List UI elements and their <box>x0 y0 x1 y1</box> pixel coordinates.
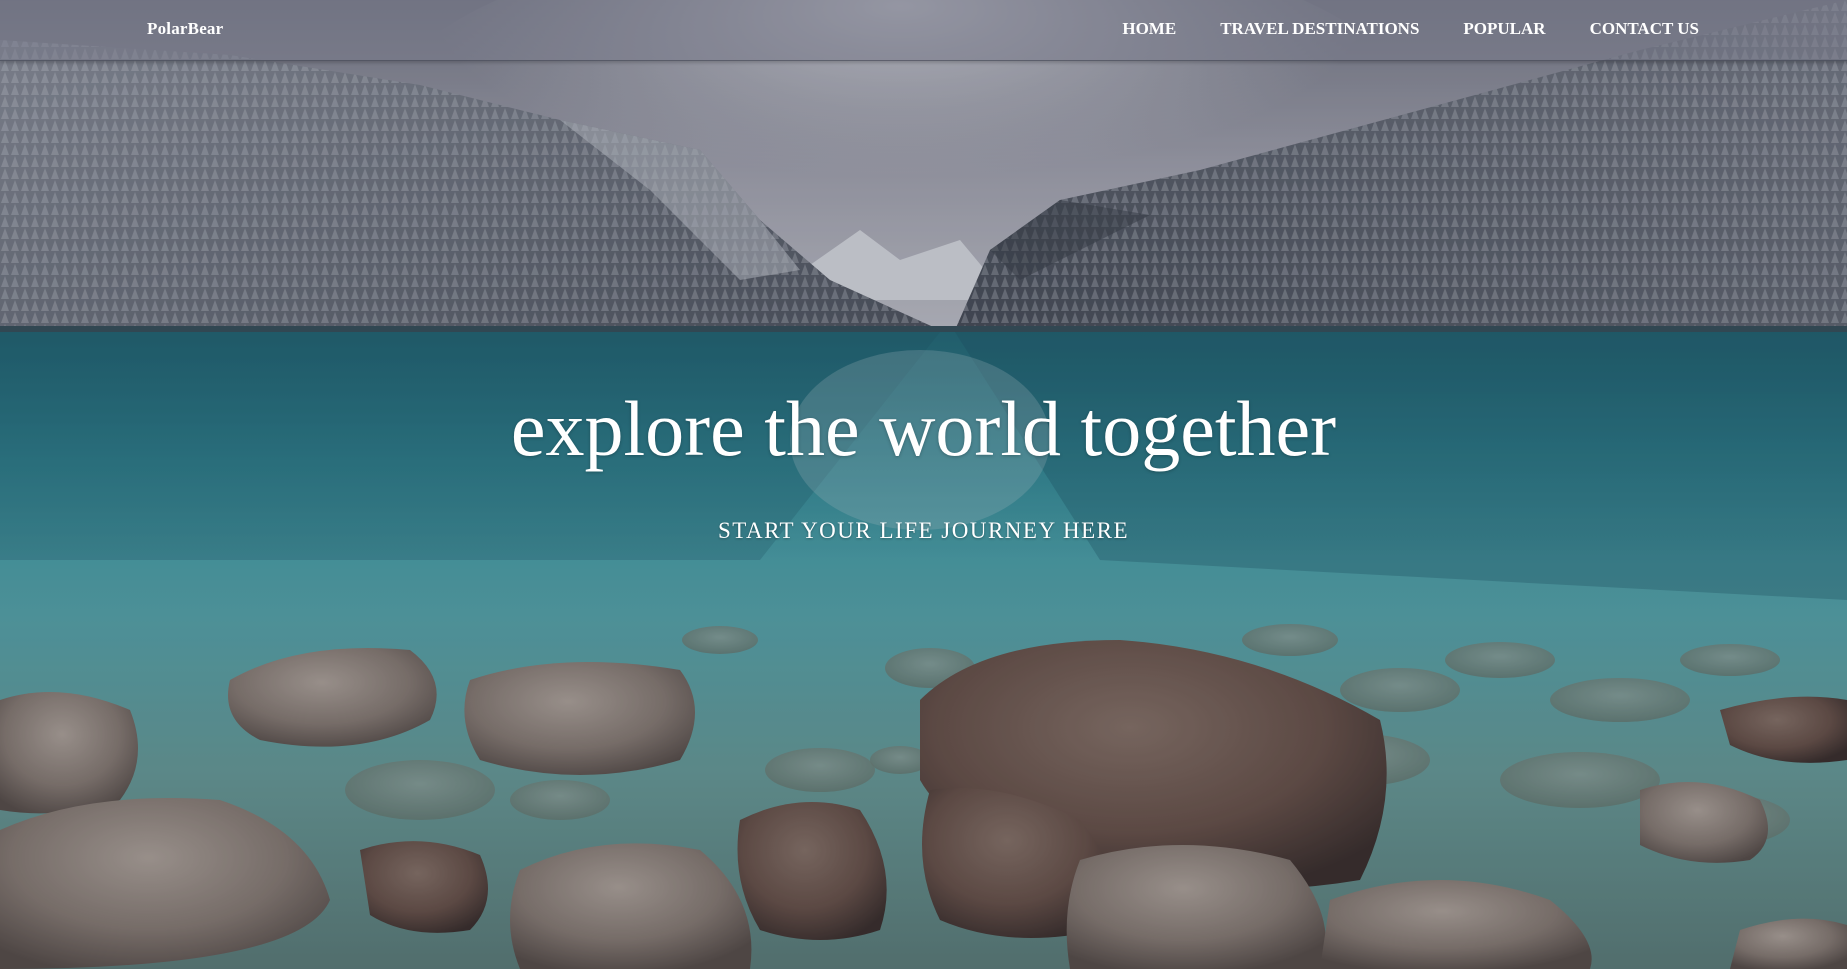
hero-subheadline: START YOUR LIFE JOURNEY HERE <box>717 518 1130 543</box>
nav-link-home[interactable]: HOME <box>1122 19 1176 39</box>
nav-link-popular[interactable]: POPULAR <box>1463 19 1545 39</box>
nav-link-travel-destinations[interactable]: TRAVEL DESTINATIONS <box>1220 19 1419 39</box>
background-dim-overlay <box>0 0 1847 969</box>
nav-links: HOME TRAVEL DESTINATIONS POPULAR CONTACT… <box>1122 19 1699 39</box>
nav-link-contact-us[interactable]: CONTACT US <box>1590 19 1699 39</box>
hero-headline: explore the world together <box>510 385 1337 472</box>
hero-section: PolarBear HOME TRAVEL DESTINATIONS POPUL… <box>0 0 1847 969</box>
top-navbar: PolarBear HOME TRAVEL DESTINATIONS POPUL… <box>0 0 1847 61</box>
brand-logo-link[interactable]: PolarBear <box>147 19 223 39</box>
